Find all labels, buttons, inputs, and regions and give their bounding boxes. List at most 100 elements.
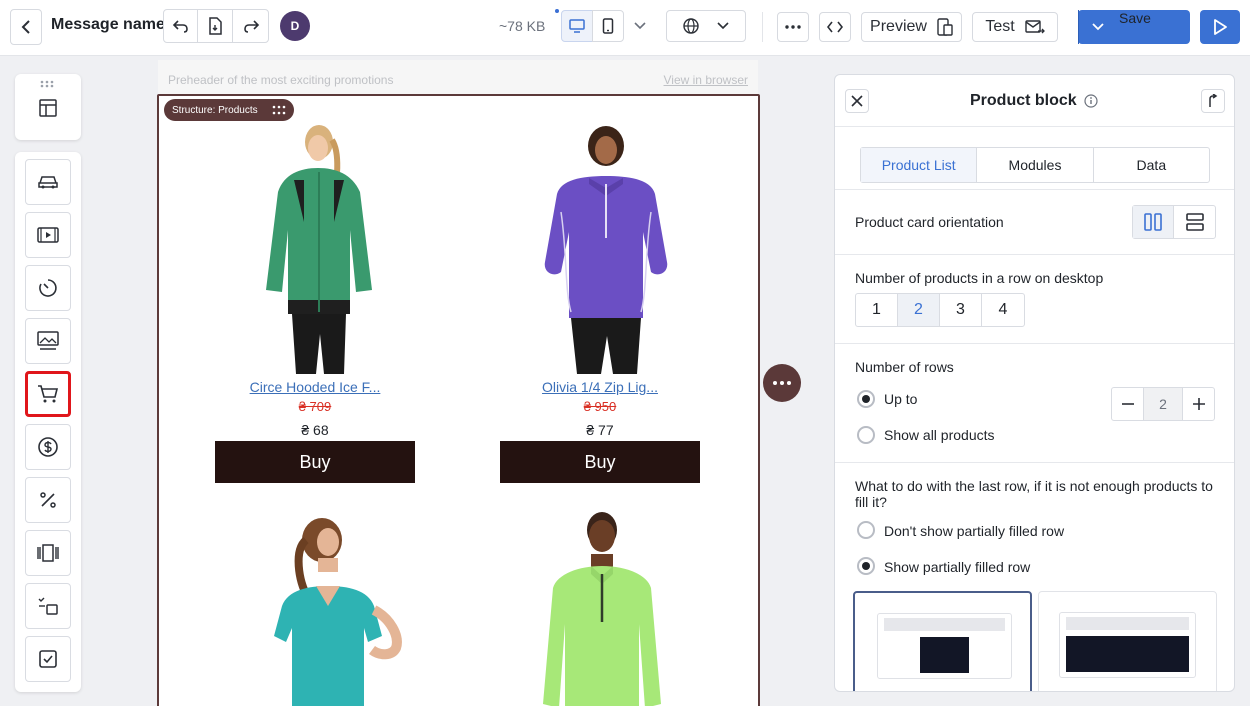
product-name-link[interactable]: Olivia 1/4 Zip Lig...	[500, 379, 700, 395]
layout-icon	[39, 99, 57, 117]
list-check-icon	[38, 597, 58, 615]
plus-icon	[1192, 398, 1205, 410]
per-row-selector: 1 2 3 4	[855, 293, 1025, 327]
tool-survey[interactable]	[25, 636, 71, 682]
tool-video[interactable]	[25, 212, 71, 258]
save-copy-icon	[209, 17, 222, 35]
drag-handle-icon	[40, 80, 54, 88]
tool-product-block[interactable]	[25, 371, 71, 417]
car-icon	[38, 176, 58, 189]
carousel-icon	[37, 544, 59, 562]
per-row-option[interactable]: 4	[982, 294, 1024, 326]
tool-timer[interactable]	[25, 265, 71, 311]
minus-icon	[1121, 403, 1134, 405]
send-button[interactable]	[1200, 10, 1240, 44]
more-icon	[785, 25, 801, 29]
undo-button[interactable]	[163, 9, 198, 43]
code-view-button[interactable]	[819, 12, 851, 42]
avatar[interactable]: D	[280, 11, 310, 41]
collapse-panel-button[interactable]	[1201, 89, 1225, 113]
timer-icon	[39, 279, 57, 297]
more-icon	[773, 381, 791, 385]
layout-option-stretched[interactable]	[1038, 591, 1217, 691]
preview-button[interactable]: Preview	[861, 12, 962, 42]
language-selector[interactable]	[666, 10, 746, 42]
desktop-view-button[interactable]	[561, 10, 593, 42]
product-image	[543, 512, 661, 706]
preheader-text[interactable]: Preheader of the most exciting promotion…	[168, 73, 393, 87]
tab-modules[interactable]: Modules	[977, 148, 1094, 182]
layout-option-centered[interactable]	[853, 591, 1032, 691]
per-row-label: Number of products in a row on desktop	[855, 270, 1104, 286]
blocks-toolbar	[15, 152, 81, 692]
tool-discount[interactable]	[25, 477, 71, 523]
preheader-bar: Preheader of the most exciting promotion…	[158, 60, 758, 94]
structure-more-button[interactable]	[763, 364, 801, 402]
increment-button[interactable]	[1182, 388, 1214, 420]
buy-button[interactable]: Buy	[500, 441, 700, 483]
rows-up-to-label: Up to	[884, 391, 918, 407]
test-mail-icon	[1024, 20, 1045, 34]
preview-block	[920, 637, 969, 673]
tab-product-list[interactable]: Product List	[861, 148, 978, 182]
info-icon[interactable]	[1084, 94, 1098, 108]
panel-header: Product block	[835, 75, 1234, 127]
preview-block	[1066, 636, 1189, 672]
product-old-price: ₴ 709	[298, 399, 332, 414]
orientation-vertical-button[interactable]	[1133, 206, 1174, 238]
decrement-button[interactable]	[1112, 388, 1144, 420]
save-label: Save	[1119, 10, 1151, 26]
product-image	[274, 518, 402, 706]
tab-data[interactable]: Data	[1094, 148, 1209, 182]
collapse-icon	[1209, 94, 1218, 107]
message-name[interactable]: Message name	[51, 16, 165, 34]
tool-carousel[interactable]	[25, 530, 71, 576]
mobile-view-button[interactable]	[592, 10, 624, 42]
structure-badge[interactable]: Structure: Products	[164, 99, 294, 121]
toolbar-divider	[762, 12, 763, 42]
structures-panel[interactable]	[15, 74, 81, 140]
more-options-button[interactable]	[777, 12, 809, 42]
view-dropdown-button[interactable]	[624, 10, 656, 42]
rows-up-to-radio[interactable]	[857, 390, 875, 408]
buy-button[interactable]: Buy	[215, 441, 415, 483]
product-name-link[interactable]: Circe Hooded Ice F...	[215, 379, 415, 395]
last-row-show-radio[interactable]	[857, 557, 875, 575]
product-image	[266, 125, 372, 374]
tool-image-text[interactable]	[25, 318, 71, 364]
rows-show-all-radio[interactable]	[857, 426, 875, 444]
test-button[interactable]: Test	[972, 12, 1058, 42]
close-panel-button[interactable]	[845, 89, 869, 113]
globe-icon	[683, 18, 699, 34]
per-row-option[interactable]: 1	[856, 294, 898, 326]
divider	[835, 189, 1234, 190]
view-in-browser-link[interactable]: View in browser	[664, 73, 748, 87]
product-structure[interactable]: Structure: Products Circe Hooded Ice F..…	[157, 94, 760, 706]
orientation-horizontal-button[interactable]	[1174, 206, 1215, 238]
last-row-hide-label: Don't show partially filled row	[884, 523, 1065, 539]
back-button[interactable]	[10, 9, 42, 45]
rows-stepper: 2	[1111, 387, 1215, 421]
product-price: ₴ 68	[301, 422, 329, 438]
save-copy-button[interactable]	[197, 9, 233, 43]
checkbox-icon	[39, 650, 57, 668]
panel-title: Product block	[970, 92, 1077, 109]
test-label: Test	[985, 18, 1015, 35]
per-row-option[interactable]: 3	[940, 294, 982, 326]
cart-icon	[38, 385, 59, 403]
rows-value[interactable]: 2	[1144, 388, 1182, 420]
product-card[interactable]: Circe Hooded Ice F... ₴ 709 ₴ 68 Buy	[215, 379, 415, 483]
product-card[interactable]: Olivia 1/4 Zip Lig... ₴ 950 ₴ 77 Buy	[500, 379, 700, 483]
preview-icon	[937, 18, 953, 36]
tool-recommendations[interactable]	[25, 583, 71, 629]
play-icon	[1214, 19, 1227, 35]
product-block-settings: Product block Product List Modules Data …	[834, 74, 1235, 692]
video-icon	[37, 227, 59, 243]
tool-price[interactable]	[25, 424, 71, 470]
tool-banner[interactable]	[25, 159, 71, 205]
redo-button[interactable]	[232, 9, 269, 43]
last-row-hide-radio[interactable]	[857, 521, 875, 539]
divider	[835, 462, 1234, 463]
save-button[interactable]: Save	[1078, 10, 1190, 44]
per-row-option[interactable]: 2	[898, 294, 940, 326]
